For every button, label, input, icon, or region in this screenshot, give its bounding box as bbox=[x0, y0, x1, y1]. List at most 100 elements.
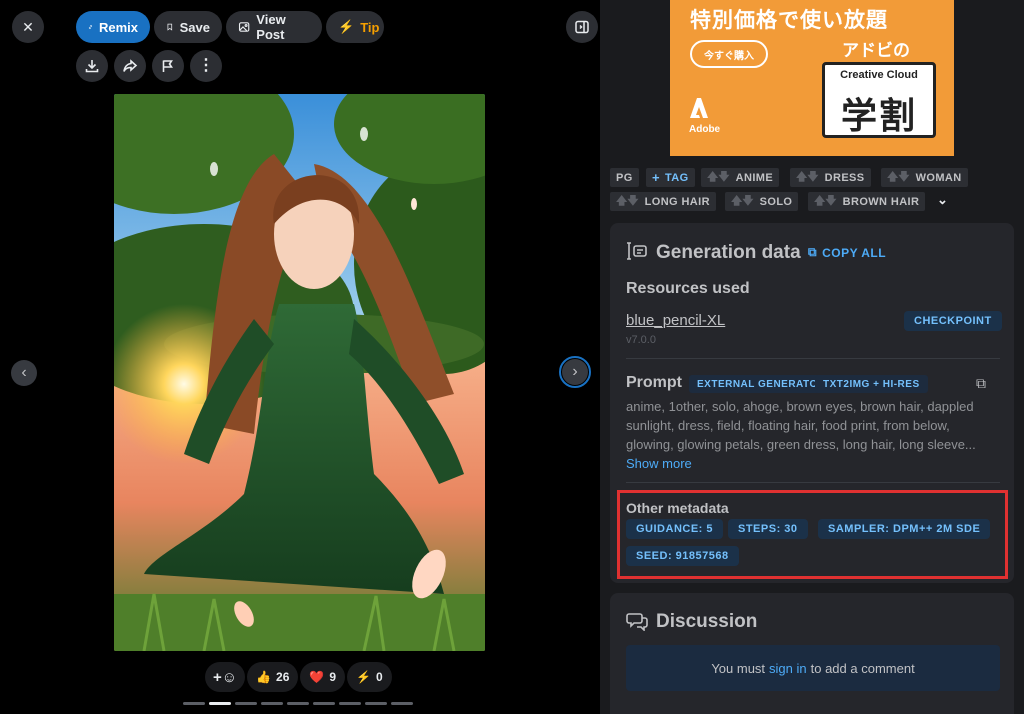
sign-in-notice: You must sign in to add a comment bbox=[626, 645, 1000, 691]
external-generator-badge: EXTERNAL GENERATOR bbox=[689, 375, 834, 393]
remix-label: Remix bbox=[98, 19, 138, 35]
close-icon: ✕ bbox=[22, 18, 34, 35]
carousel-dot[interactable] bbox=[313, 702, 335, 705]
bolt-reaction[interactable]: ⚡ 0 bbox=[347, 662, 392, 692]
carousel-dot[interactable] bbox=[365, 702, 387, 705]
heart-reaction[interactable]: ❤️ 9 bbox=[300, 662, 346, 692]
resource-version: v7.0.0 bbox=[626, 334, 656, 346]
prev-image-button[interactable]: ‹ bbox=[11, 360, 37, 386]
notice-suffix: to add a comment bbox=[810, 660, 915, 676]
tag-label: LONG HAIR bbox=[644, 195, 710, 208]
tip-label: Tip bbox=[360, 19, 380, 35]
resources-title: Resources used bbox=[626, 280, 750, 297]
copy-all-label: COPY ALL bbox=[822, 245, 887, 260]
carousel-dot[interactable] bbox=[209, 702, 231, 705]
plus-smile-icon: +☺ bbox=[213, 668, 238, 686]
copy-prompt-icon[interactable]: ⧉ bbox=[976, 375, 986, 392]
generation-title: Generation data bbox=[656, 242, 801, 263]
main-image bbox=[114, 94, 485, 651]
close-button[interactable]: ✕ bbox=[12, 11, 44, 43]
ad-banner[interactable]: 特別価格で使い放題 今すぐ購入 Adobe アドビの Creative Clou… bbox=[670, 0, 954, 156]
carousel-dot[interactable] bbox=[183, 702, 205, 705]
notice-prefix: You must bbox=[711, 660, 766, 676]
tag-item[interactable]: 🡅🡇 ANIME bbox=[701, 168, 780, 187]
copy-all-button[interactable]: ⧉ COPY ALL bbox=[808, 245, 886, 260]
tag-item[interactable]: 🡅🡇 WOMAN bbox=[881, 168, 968, 187]
reaction-bar: +☺ 👍 26 ❤️ 9 ⚡ 0 bbox=[205, 662, 395, 692]
plus-icon: + bbox=[652, 170, 660, 185]
save-label: Save bbox=[179, 19, 210, 35]
flag-icon bbox=[162, 60, 173, 72]
generation-icon bbox=[626, 241, 648, 266]
ad-headline: 特別価格で使い放題 bbox=[690, 9, 888, 32]
vote-arrows-icon[interactable]: 🡅🡇 bbox=[814, 192, 837, 211]
vote-arrows-icon[interactable]: 🡅🡇 bbox=[707, 168, 730, 187]
save-button[interactable]: Save bbox=[154, 11, 222, 43]
carousel-dot[interactable] bbox=[235, 702, 257, 705]
vote-arrows-icon[interactable]: 🡅🡇 bbox=[731, 192, 754, 211]
bolt-icon: ⚡ bbox=[356, 670, 371, 684]
chevron-left-icon: ‹ bbox=[21, 364, 27, 381]
tag-label: BROWN HAIR bbox=[842, 195, 920, 208]
carousel-dot[interactable] bbox=[261, 702, 283, 705]
vote-arrows-icon[interactable]: 🡅🡇 bbox=[887, 168, 910, 187]
ad-brand: Adobe bbox=[689, 124, 721, 135]
image-viewer: ✕ Remix Save View Post ⚡ Tip ⋮ ‹ › +☺ 👍 … bbox=[0, 0, 600, 714]
prompt-line: anime, 1other, solo, ahoge, brown eyes, … bbox=[626, 399, 974, 414]
add-tag-button[interactable]: + TAG bbox=[646, 168, 695, 187]
more-options-button[interactable]: ⋮ bbox=[190, 50, 222, 82]
tag-item[interactable]: 🡅🡇 SOLO bbox=[725, 192, 799, 211]
share-button[interactable] bbox=[114, 50, 146, 82]
tip-button[interactable]: ⚡ Tip bbox=[326, 11, 384, 43]
tag-item[interactable]: 🡅🡇 BROWN HAIR bbox=[808, 192, 926, 211]
link-icon bbox=[88, 25, 93, 29]
remix-button[interactable]: Remix bbox=[76, 11, 150, 43]
txt2img-badge: TXT2IMG + HI-RES bbox=[815, 375, 928, 393]
carousel-dot[interactable] bbox=[339, 702, 361, 705]
tag-item[interactable]: 🡅🡇 LONG HAIR bbox=[610, 192, 716, 211]
heart-icon: ❤️ bbox=[309, 670, 325, 684]
download-button[interactable] bbox=[76, 50, 108, 82]
sign-in-link[interactable]: sign in bbox=[769, 661, 807, 676]
view-post-button[interactable]: View Post bbox=[226, 11, 322, 43]
vote-arrows-icon[interactable]: 🡅🡇 bbox=[796, 168, 819, 187]
chevron-down-icon[interactable]: ⌄ bbox=[937, 192, 948, 208]
vote-arrows-icon[interactable]: 🡅🡇 bbox=[616, 192, 639, 211]
ad-product-box: Creative Cloud 学割 bbox=[822, 62, 936, 138]
add-tag-label: TAG bbox=[665, 171, 689, 184]
ad-tagline: アドビの bbox=[842, 41, 910, 60]
highlight-box bbox=[617, 490, 1008, 579]
rating-label: PG bbox=[616, 171, 633, 184]
tag-label: DRESS bbox=[824, 171, 865, 184]
tag-label: WOMAN bbox=[915, 171, 962, 184]
tag-label: ANIME bbox=[735, 171, 774, 184]
tag-item[interactable]: 🡅🡇 DRESS bbox=[790, 168, 871, 187]
report-button[interactable] bbox=[152, 50, 184, 82]
carousel-dot[interactable] bbox=[287, 702, 309, 705]
bookmark-icon bbox=[167, 23, 173, 31]
ad-cta-button[interactable]: 今すぐ購入 bbox=[690, 40, 768, 68]
toggle-sidebar-button[interactable] bbox=[566, 11, 598, 43]
prompt-line: sunlight, dress, field, floating hair, f… bbox=[626, 418, 950, 433]
download-icon bbox=[85, 60, 99, 73]
carousel-indicator bbox=[183, 702, 413, 705]
resource-link[interactable]: blue_pencil-XL bbox=[626, 312, 725, 329]
divider bbox=[626, 358, 1000, 359]
carousel-dot[interactable] bbox=[391, 702, 413, 705]
divider bbox=[626, 482, 1000, 483]
prompt-title: Prompt bbox=[626, 374, 682, 391]
like-reaction[interactable]: 👍 26 bbox=[247, 662, 299, 692]
tag-label: SOLO bbox=[759, 195, 793, 208]
checkpoint-badge: CHECKPOINT bbox=[904, 311, 1002, 331]
next-image-button[interactable]: › bbox=[559, 356, 591, 388]
dots-vertical-icon: ⋮ bbox=[198, 57, 214, 74]
discussion-card: Discussion You must sign in to add a com… bbox=[610, 593, 1014, 714]
view-post-label: View Post bbox=[256, 12, 286, 42]
show-more-link[interactable]: Show more bbox=[626, 454, 692, 473]
ad-product: Creative Cloud bbox=[840, 69, 918, 81]
prompt-line: glowing, glowing petals, green dress, lo… bbox=[626, 437, 976, 452]
details-panel: 特別価格で使い放題 今すぐ購入 Adobe アドビの Creative Clou… bbox=[600, 0, 1024, 714]
photo-icon bbox=[238, 22, 250, 32]
rating-tag[interactable]: PG bbox=[610, 168, 639, 187]
add-reaction-button[interactable]: +☺ bbox=[205, 662, 246, 692]
